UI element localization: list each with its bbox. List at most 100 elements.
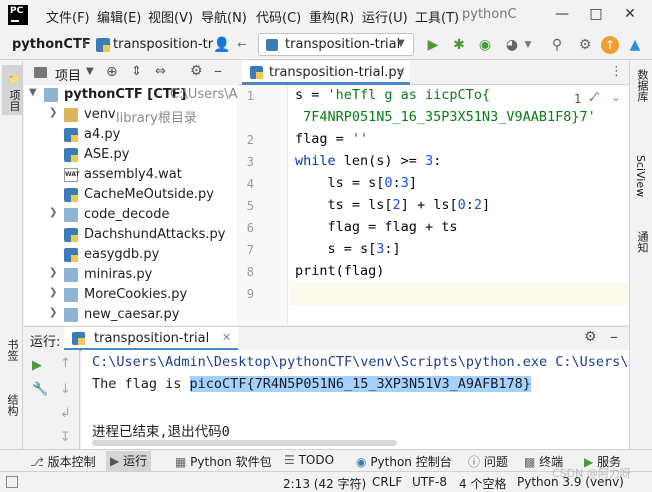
code-token: print(flag): [295, 263, 385, 279]
locate-icon[interactable]: ⊕: [106, 64, 118, 80]
update-arrow-icon[interactable]: ↑: [601, 36, 619, 54]
menu-navigate[interactable]: 导航(N): [201, 7, 247, 26]
toolwindow-version-control[interactable]: ⎇ 版本控制: [30, 453, 96, 470]
minimize-icon[interactable]: —: [552, 4, 572, 24]
chevron-down-icon[interactable]: ⌄: [611, 90, 621, 104]
chevron-up-icon[interactable]: ⌃: [592, 90, 602, 104]
code-token: s =: [295, 87, 328, 103]
scroll-to-end-icon[interactable]: ↧: [60, 430, 71, 445]
output-flag-selected[interactable]: picoCTF{7R4N5P051N6_15_3XP3N51V3_A9AFB17…: [189, 376, 531, 392]
toolwindow-run[interactable]: ▶ 运行: [106, 451, 152, 471]
status-line-separator[interactable]: CRLF: [372, 475, 402, 489]
stripe-structure-tab[interactable]: 结构: [4, 394, 20, 416]
maximize-icon[interactable]: □: [586, 4, 606, 24]
wrench-icon[interactable]: 🔧: [32, 382, 48, 397]
breadcrumb-file[interactable]: transposition-tr: [113, 37, 213, 52]
run-console-output[interactable]: C:\Users\Admin\Desktop\pythonCTF\venv\Sc…: [81, 350, 629, 449]
expand-all-icon[interactable]: ⇕: [131, 64, 142, 79]
stripe-database-tab[interactable]: 数据库: [634, 69, 650, 102]
project-tree: ▼ pythonCTF [CTF] C:\Users\Ad ❯ venv lib…: [24, 85, 237, 325]
code-line[interactable]: s = s[3:]: [295, 241, 401, 257]
menu-file[interactable]: 文件(F): [46, 7, 90, 26]
tree-row-file[interactable]: ASE.py: [24, 145, 237, 165]
rerun-icon[interactable]: ▶: [32, 358, 42, 373]
horizontal-scrollbar[interactable]: [92, 440, 397, 446]
code-line[interactable]: flag = '': [295, 131, 368, 147]
menu-view[interactable]: 视图(V): [148, 7, 193, 26]
close-icon[interactable]: ✕: [620, 4, 640, 24]
tree-row-project-root[interactable]: ▼ pythonCTF [CTF] C:\Users\Ad: [24, 85, 237, 105]
stripe-project-tab[interactable]: 📁 项目: [2, 65, 22, 115]
search-icon[interactable]: ⚲: [548, 36, 566, 54]
tree-row-folder[interactable]: ❯ MoreCookies.py: [24, 285, 237, 305]
gear-icon[interactable]: ⚙: [576, 36, 594, 54]
tree-row-venv[interactable]: ❯ venv library根目录: [24, 105, 237, 126]
chevron-right-icon[interactable]: ❯: [49, 107, 57, 118]
tree-row-file[interactable]: a4.py: [24, 125, 237, 145]
user-icon[interactable]: 👤: [213, 36, 231, 54]
code-editor[interactable]: 123456789 s = 'heTfl g as iicpCTo{ 7F4NR…: [238, 85, 629, 325]
code-line[interactable]: while len(s) >= 3:: [295, 153, 441, 169]
tree-row-folder[interactable]: ❯ code_decode: [24, 205, 237, 225]
run-configuration-dropdown[interactable]: transposition-trial ▼: [258, 33, 414, 56]
chevron-down-icon[interactable]: ▼: [86, 66, 94, 77]
status-encoding[interactable]: UTF-8: [412, 475, 447, 489]
coverage-icon[interactable]: ◉: [476, 36, 494, 54]
chevron-right-icon[interactable]: ❯: [49, 307, 57, 318]
gear-icon[interactable]: ⚙: [190, 63, 203, 79]
run-tab[interactable]: transposition-trial ✕: [64, 327, 238, 351]
status-caret-position[interactable]: 2:13 (42 字符): [283, 475, 366, 492]
editor-tab[interactable]: transposition-trial.py ✕: [242, 61, 410, 85]
stripe-bookmarks-tab[interactable]: 书签: [4, 339, 20, 361]
close-tab-icon[interactable]: ✕: [222, 331, 231, 344]
code-line[interactable]: s = 'heTfl g as iicpCTo{: [295, 87, 490, 103]
more-options-icon[interactable]: ⋮: [610, 64, 623, 79]
close-tab-icon[interactable]: ✕: [396, 65, 405, 78]
tree-row-file[interactable]: WAT assembly4.wat: [24, 165, 237, 185]
panel-toggle-icon[interactable]: [6, 476, 18, 488]
code-line[interactable]: print(flag): [295, 263, 384, 279]
hide-panel-icon[interactable]: –: [214, 61, 222, 80]
toolwindow-python-packages[interactable]: ▦ Python 软件包: [175, 453, 272, 470]
project-panel-title[interactable]: 项目: [55, 65, 81, 84]
chevron-down-icon[interactable]: ▼: [29, 87, 37, 98]
chevron-right-icon[interactable]: ❯: [49, 267, 57, 278]
code-line[interactable]: flag = flag + ts: [295, 219, 458, 235]
chevron-down-icon[interactable]: ▼: [519, 36, 537, 54]
collapse-all-icon[interactable]: ⇔: [155, 64, 166, 79]
tree-row-folder[interactable]: ❯ new_caesar.py: [24, 305, 237, 325]
stripe-notifications-tab[interactable]: 通知: [634, 231, 650, 253]
jetbrains-toolbox-icon[interactable]: ▲: [626, 36, 644, 54]
arrow-down-icon[interactable]: ↓: [60, 382, 71, 397]
menu-code[interactable]: 代码(C): [256, 7, 301, 26]
arrow-up-icon[interactable]: ↑: [60, 356, 71, 371]
code-area[interactable]: s = 'heTfl g as iicpCTo{ 7F4NRP051N5_16_…: [238, 85, 629, 325]
back-arrow-icon[interactable]: ←: [233, 36, 251, 54]
code-token: ts = ls[: [295, 197, 393, 213]
toolwindow-problems[interactable]: ⓘ 问题: [468, 453, 508, 470]
debug-icon[interactable]: ✱: [450, 36, 468, 54]
tree-row-folder[interactable]: ❯ miniras.py: [24, 265, 237, 285]
gear-icon[interactable]: ⚙: [584, 329, 597, 345]
menu-edit[interactable]: 编辑(E): [97, 7, 141, 26]
breadcrumb-project[interactable]: pythonCTF: [12, 37, 91, 52]
toolwindow-todo[interactable]: ☰ TODO: [284, 453, 334, 467]
menu-tools[interactable]: 工具(T): [415, 7, 459, 26]
stripe-sciview-tab[interactable]: SciView: [634, 155, 647, 197]
run-icon[interactable]: ▶: [424, 36, 442, 54]
code-line[interactable]: ls = s[0:3]: [295, 175, 417, 191]
tree-row-file[interactable]: DachshundAttacks.py: [24, 225, 237, 245]
code-token: 3: [400, 175, 409, 191]
tree-row-file[interactable]: easygdb.py: [24, 245, 237, 265]
chevron-right-icon[interactable]: ❯: [49, 287, 57, 298]
toolwindow-python-console[interactable]: ◉ Python 控制台: [356, 453, 452, 470]
code-line[interactable]: ts = ls[2] + ls[0:2]: [295, 197, 491, 213]
code-line[interactable]: 7F4NRP051N5_16_35P3X51N3_V9AAB1F8}7': [295, 109, 596, 125]
chevron-right-icon[interactable]: ❯: [49, 207, 57, 218]
menu-refactor[interactable]: 重构(R): [309, 7, 354, 26]
soft-wrap-icon[interactable]: ↲: [60, 406, 71, 421]
menu-run[interactable]: 运行(U): [362, 7, 408, 26]
status-indent[interactable]: 4 个空格: [459, 475, 506, 492]
hide-panel-icon[interactable]: –: [610, 327, 618, 346]
tree-row-file[interactable]: CacheMeOutside.py: [24, 185, 237, 205]
